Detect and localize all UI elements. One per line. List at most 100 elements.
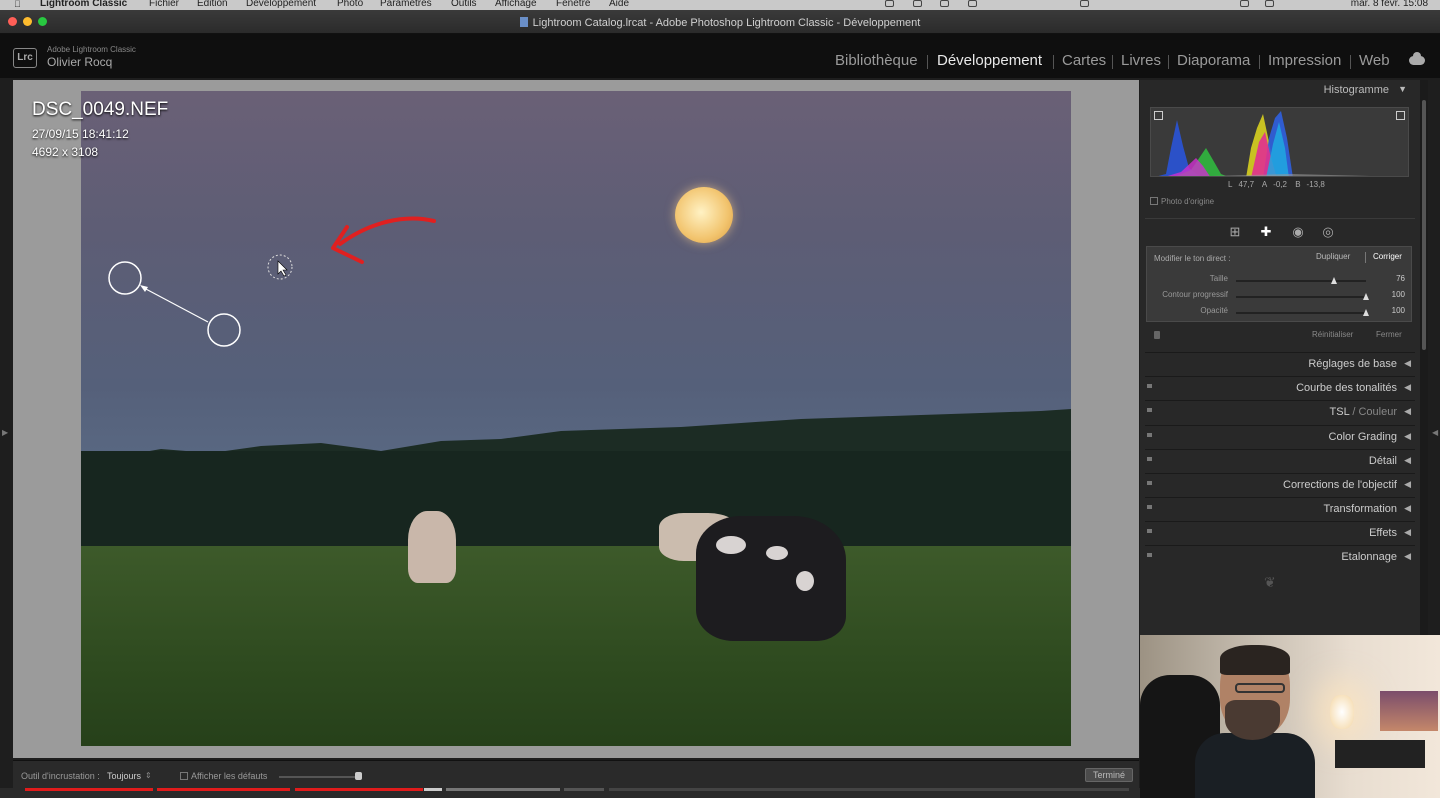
slider-thumb[interactable] — [1363, 309, 1369, 316]
section-lens-corrections[interactable]: Corrections de l'objectif ◀ — [1145, 473, 1415, 495]
section-basic[interactable]: Réglages de base ◀ — [1145, 352, 1415, 374]
slider-opacity[interactable]: Opacité 100 — [1147, 306, 1413, 320]
progress-segment[interactable] — [157, 788, 290, 791]
slider-thumb[interactable] — [1363, 293, 1369, 300]
section-label: Courbe des tonalités — [1296, 382, 1397, 394]
video-progress-bar[interactable] — [0, 788, 1140, 798]
tool-toggle-icon[interactable] — [1154, 331, 1160, 339]
slider-value[interactable]: 76 — [1396, 274, 1405, 283]
duplicate-button[interactable]: Dupliquer — [1316, 252, 1350, 261]
section-label-alt[interactable]: / Couleur — [1349, 406, 1397, 418]
expand-arrow-icon[interactable]: ◀ — [1404, 551, 1411, 562]
panel-toggle-icon[interactable] — [1147, 481, 1152, 485]
webcam-person-hair — [1220, 645, 1290, 675]
readout-a-label: A — [1261, 180, 1268, 189]
expand-arrow-icon[interactable]: ◀ — [1404, 503, 1411, 514]
section-color-grading[interactable]: Color Grading ◀ — [1145, 425, 1415, 447]
panel-toggle-icon[interactable] — [1147, 553, 1152, 557]
slider-value[interactable]: 100 — [1392, 290, 1405, 299]
right-panel-toggle-icon[interactable]: ◀ — [1432, 428, 1438, 437]
original-photo-label: Photo d'origine — [1161, 197, 1215, 206]
slider-track[interactable] — [1236, 309, 1369, 316]
section-label: Effets — [1369, 527, 1397, 539]
original-photo-checkbox[interactable]: Photo d'origine — [1150, 197, 1214, 206]
healing-footer: Réinitialiser Fermer — [1146, 325, 1412, 347]
reset-button[interactable]: Réinitialiser — [1312, 330, 1353, 339]
red-eye-icon[interactable]: ◉ — [1291, 225, 1305, 239]
slider-track[interactable] — [1236, 277, 1366, 284]
done-button[interactable]: Terminé — [1085, 768, 1133, 782]
slider-thumb[interactable] — [1330, 277, 1337, 284]
show-defaults-checkbox[interactable]: Afficher les défauts — [180, 771, 267, 781]
section-label-main[interactable]: TSL — [1330, 406, 1350, 418]
readout-l: 47,7 — [1238, 180, 1255, 189]
highlight-clipping-icon[interactable] — [1396, 111, 1405, 120]
panel-toggle-icon[interactable] — [1147, 433, 1152, 437]
section-label: Color Grading — [1328, 431, 1397, 443]
expand-arrow-icon[interactable]: ◀ — [1404, 527, 1411, 538]
section-calibration[interactable]: Etalonnage ◀ — [1145, 545, 1415, 567]
lightroom-window:  Lightroom Classic Fichier Édition Déve… — [0, 0, 1440, 798]
section-label: Réglages de base — [1308, 358, 1397, 370]
heal-target-circle[interactable] — [207, 313, 241, 347]
progress-segment[interactable] — [609, 788, 1129, 791]
panel-toggle-icon[interactable] — [1147, 384, 1152, 388]
shadow-clipping-icon[interactable] — [1154, 111, 1163, 120]
progress-buffer[interactable] — [424, 788, 442, 791]
webcam-person-torso — [1195, 733, 1315, 798]
masking-icon[interactable]: ◎ — [1321, 225, 1335, 239]
slider-feather[interactable]: Contour progressif 100 — [1147, 290, 1413, 304]
expand-arrow-icon[interactable]: ◀ — [1404, 455, 1411, 466]
expand-arrow-icon[interactable]: ◀ — [1404, 479, 1411, 490]
panel-end-ornament-icon: ❦ — [1264, 574, 1276, 590]
readout-l-label: L — [1228, 180, 1233, 189]
expand-arrow-icon[interactable]: ◀ — [1404, 431, 1411, 442]
close-button[interactable]: Fermer — [1376, 330, 1402, 339]
crop-icon[interactable]: ⊞ — [1228, 225, 1242, 239]
tool-strip: ⊞ ✚ ◉ ◎ — [1145, 218, 1415, 246]
slider-track[interactable] — [1236, 293, 1369, 300]
progress-segment[interactable] — [446, 788, 560, 791]
checkbox-icon[interactable] — [1150, 197, 1158, 205]
histogram-header[interactable]: Histogramme ▼ — [1145, 82, 1415, 100]
collapse-arrow-icon[interactable]: ▼ — [1398, 84, 1407, 94]
panel-toggle-icon[interactable] — [1147, 529, 1152, 533]
readout-b-label: B — [1295, 180, 1301, 189]
correct-button[interactable]: Corriger — [1373, 252, 1402, 261]
histogram[interactable] — [1150, 107, 1409, 177]
histogram-readout: L 47,7 A -0,2 B -13,8 — [1228, 180, 1331, 189]
slider-value[interactable]: 100 — [1392, 306, 1405, 315]
progress-segment[interactable] — [295, 788, 423, 791]
visualize-slider-thumb[interactable] — [355, 772, 362, 780]
expand-arrow-icon[interactable]: ◀ — [1404, 382, 1411, 393]
chevron-down-icon[interactable]: ⇕ — [145, 771, 152, 780]
section-detail[interactable]: Détail ◀ — [1145, 449, 1415, 471]
section-transform[interactable]: Transformation ◀ — [1145, 497, 1415, 519]
panel-toggle-icon[interactable] — [1147, 457, 1152, 461]
overlay-tool-select[interactable]: Toujours — [107, 771, 141, 781]
healing-icon[interactable]: ✚ — [1259, 225, 1273, 239]
heal-link-line — [143, 287, 209, 323]
section-tone-curve[interactable]: Courbe des tonalités ◀ — [1145, 376, 1415, 398]
webcam-person — [1195, 645, 1315, 798]
mouse-pointer-icon — [277, 260, 288, 277]
progress-segment[interactable] — [564, 788, 604, 791]
section-hsl[interactable]: TSL / Couleur ◀ — [1145, 400, 1415, 422]
checkbox-icon[interactable] — [180, 772, 188, 780]
panel-scroll-thumb[interactable] — [1422, 100, 1426, 350]
right-edge — [1428, 80, 1440, 635]
section-label: Etalonnage — [1341, 551, 1397, 563]
panel-toggle-icon[interactable] — [1147, 505, 1152, 509]
heal-link-arrowhead — [140, 285, 148, 292]
visualize-slider-track[interactable] — [279, 776, 359, 778]
panel-toggle-icon[interactable] — [1147, 408, 1152, 412]
progress-segment[interactable] — [25, 788, 153, 791]
bottom-toolbar: Outil d'incrustation : Toujours ⇕ Affich… — [13, 760, 1139, 788]
expand-arrow-icon[interactable]: ◀ — [1404, 358, 1411, 369]
section-effects[interactable]: Effets ◀ — [1145, 521, 1415, 543]
heal-source-circle[interactable] — [108, 261, 142, 295]
annotation-arrow — [338, 216, 436, 246]
slider-size[interactable]: Taille 76 — [1147, 274, 1413, 288]
expand-arrow-icon[interactable]: ◀ — [1404, 406, 1411, 417]
button-divider — [1365, 252, 1366, 263]
